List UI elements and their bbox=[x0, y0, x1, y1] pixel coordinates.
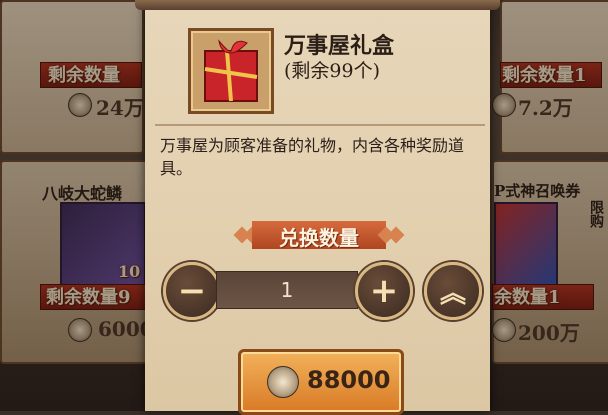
exchange-quantity-header: 兑换数量 bbox=[233, 218, 405, 252]
purchase-price: 88000 bbox=[307, 366, 391, 394]
item-remaining: (剩余99个) bbox=[284, 60, 381, 82]
minus-icon: − bbox=[177, 271, 207, 311]
double-chevron-up-icon: ︽ bbox=[439, 278, 466, 309]
item-description: 万事屋为顾客准备的礼物，内含各种奖励道具。 bbox=[160, 136, 465, 178]
divider bbox=[155, 124, 485, 126]
scroll-rod bbox=[135, 0, 500, 10]
increase-button[interactable]: + bbox=[355, 262, 413, 320]
quantity-field[interactable]: 1 bbox=[216, 271, 358, 309]
plus-icon: + bbox=[369, 271, 399, 311]
gift-box-icon bbox=[188, 28, 274, 114]
max-quantity-button[interactable]: ︽ bbox=[424, 262, 482, 320]
coin-icon bbox=[267, 366, 299, 398]
decrease-button[interactable]: − bbox=[163, 262, 221, 320]
exchange-quantity-label: 兑换数量 bbox=[279, 226, 359, 250]
purchase-button[interactable]: 88000 bbox=[238, 349, 404, 415]
